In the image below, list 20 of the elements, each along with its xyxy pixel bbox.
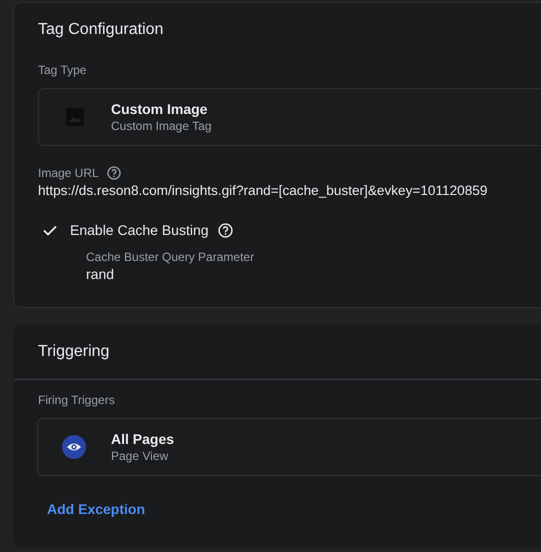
add-exception-link[interactable]: Add Exception bbox=[47, 501, 146, 517]
checkmark-icon[interactable] bbox=[43, 224, 57, 236]
tag-type-name: Custom Image bbox=[111, 100, 208, 118]
help-icon[interactable] bbox=[106, 166, 121, 180]
field-label: Tag Type bbox=[38, 63, 88, 77]
image-url-value: https://ds.reson8.com/insights.gif?rand=[cache_buster]&evkey=101120859 bbox=[38, 183, 488, 198]
section-title: Tag Configuration bbox=[38, 21, 164, 39]
trigger-card[interactable]: All Pages Page View bbox=[37, 418, 541, 476]
parameter-value: rand bbox=[86, 266, 116, 282]
field-label: Cache Buster Query Parameter bbox=[86, 250, 256, 264]
eye-icon bbox=[62, 435, 86, 459]
trigger-type: Page View bbox=[111, 448, 170, 464]
field-label: Firing Triggers bbox=[38, 393, 116, 407]
checkbox-label: Enable Cache Busting bbox=[70, 222, 209, 238]
trigger-name: All Pages bbox=[111, 430, 174, 448]
section-title: Triggering bbox=[38, 343, 110, 361]
field-label: Image URL bbox=[38, 166, 99, 180]
image-icon bbox=[66, 108, 84, 126]
tag-type-card[interactable]: Custom Image Custom Image Tag bbox=[38, 88, 541, 146]
tag-type-subtitle: Custom Image Tag bbox=[111, 118, 212, 134]
